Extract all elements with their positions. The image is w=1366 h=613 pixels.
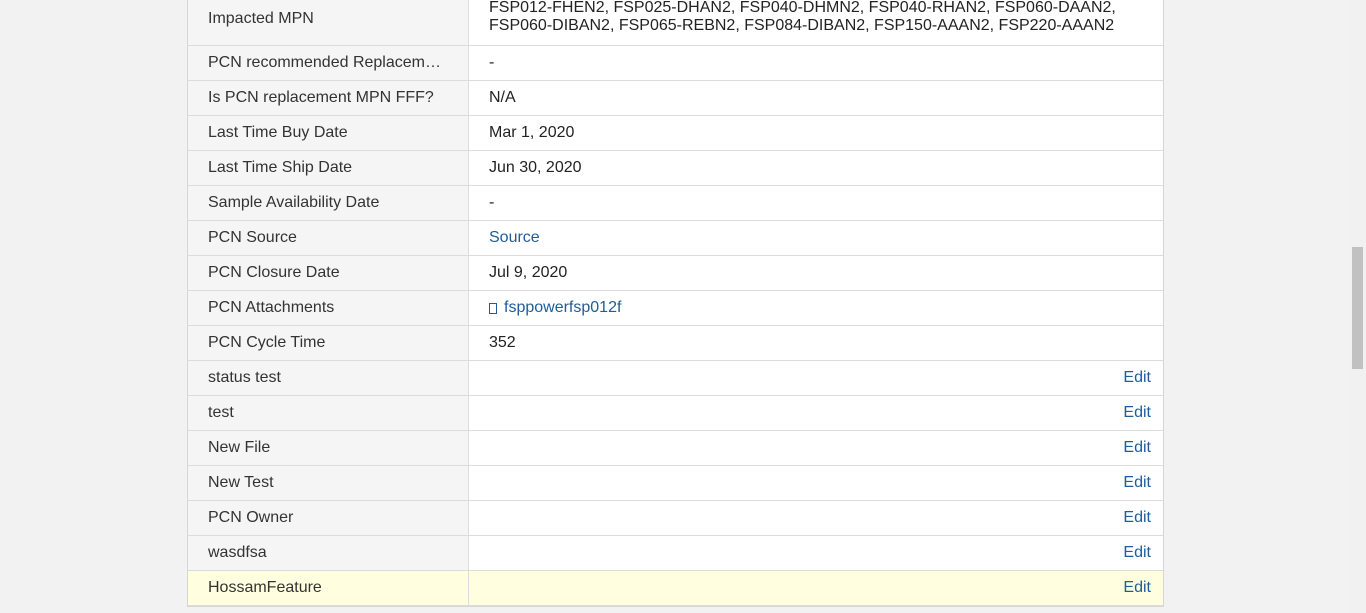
row-last-time-buy-date: Last Time Buy Date Mar 1, 2020 bbox=[188, 116, 1163, 151]
row-value: FSP012-FHEN2, FSP025-DHAN2, FSP040-DHMN2… bbox=[469, 0, 1163, 45]
impacted-mpn-line-2: FSP060-DIBAN2, FSP065-REBN2, FSP084-DIBA… bbox=[489, 17, 1115, 34]
edit-new-test-link[interactable]: Edit bbox=[1123, 474, 1151, 492]
edit-pcn-owner-link[interactable]: Edit bbox=[1123, 509, 1151, 527]
row-impacted-mpn: Impacted MPN FSP012-FHEN2, FSP025-DHAN2,… bbox=[188, 0, 1163, 46]
row-label: Sample Availability Date bbox=[188, 186, 469, 220]
edit-wasdfsa-link[interactable]: Edit bbox=[1123, 544, 1151, 562]
row-value: 352 bbox=[469, 326, 1163, 360]
row-value: N/A bbox=[469, 81, 1163, 115]
row-label: New File bbox=[188, 431, 469, 465]
page: Impacted MPN FSP012-FHEN2, FSP025-DHAN2,… bbox=[0, 0, 1366, 613]
row-label: status test bbox=[188, 361, 469, 395]
row-label: PCN Owner bbox=[188, 501, 469, 535]
row-value: Edit bbox=[469, 466, 1163, 500]
row-value: fsppowerfsp012f bbox=[469, 291, 1163, 325]
row-label: PCN Attachments bbox=[188, 291, 469, 325]
row-value: Jun 30, 2020 bbox=[469, 151, 1163, 185]
row-label: PCN recommended Replaceme… bbox=[188, 46, 469, 80]
row-hossamfeature: HossamFeature Edit bbox=[188, 571, 1163, 606]
row-pcn-attachments: PCN Attachments fsppowerfsp012f bbox=[188, 291, 1163, 326]
row-value: Mar 1, 2020 bbox=[469, 116, 1163, 150]
row-label: Last Time Ship Date bbox=[188, 151, 469, 185]
file-icon bbox=[489, 302, 497, 314]
row-value: - bbox=[469, 186, 1163, 220]
impacted-mpn-line-1: FSP012-FHEN2, FSP025-DHAN2, FSP040-DHMN2… bbox=[489, 0, 1116, 16]
row-value: Edit bbox=[469, 396, 1163, 430]
edit-status-test-link[interactable]: Edit bbox=[1123, 369, 1151, 387]
row-label: test bbox=[188, 396, 469, 430]
row-label: PCN Source bbox=[188, 221, 469, 255]
edit-hossamfeature-link[interactable]: Edit bbox=[1123, 579, 1151, 597]
row-label: wasdfsa bbox=[188, 536, 469, 570]
edit-new-file-link[interactable]: Edit bbox=[1123, 439, 1151, 457]
row-value: Edit bbox=[469, 571, 1163, 605]
attachment-filename: fsppowerfsp012f bbox=[504, 299, 622, 316]
row-label: HossamFeature bbox=[188, 571, 469, 605]
row-label: Impacted MPN bbox=[188, 0, 469, 45]
row-pcn-recommended-replacement: PCN recommended Replaceme… - bbox=[188, 46, 1163, 81]
row-value: Edit bbox=[469, 361, 1163, 395]
row-label: Last Time Buy Date bbox=[188, 116, 469, 150]
row-pcn-source: PCN Source Source bbox=[188, 221, 1163, 256]
row-wasdfsa: wasdfsa Edit bbox=[188, 536, 1163, 571]
row-new-test: New Test Edit bbox=[188, 466, 1163, 501]
scrollbar-thumb[interactable] bbox=[1352, 247, 1363, 369]
row-value: - bbox=[469, 46, 1163, 80]
row-value: Edit bbox=[469, 501, 1163, 535]
row-pcn-closure-date: PCN Closure Date Jul 9, 2020 bbox=[188, 256, 1163, 291]
row-test: test Edit bbox=[188, 396, 1163, 431]
row-label: New Test bbox=[188, 466, 469, 500]
vertical-scrollbar[interactable] bbox=[1349, 0, 1366, 613]
pcn-source-link[interactable]: Source bbox=[489, 229, 540, 247]
row-replacement-fff: Is PCN replacement MPN FFF? N/A bbox=[188, 81, 1163, 116]
row-value: Source bbox=[469, 221, 1163, 255]
row-pcn-cycle-time: PCN Cycle Time 352 bbox=[188, 326, 1163, 361]
edit-test-link[interactable]: Edit bbox=[1123, 404, 1151, 422]
row-sample-availability-date: Sample Availability Date - bbox=[188, 186, 1163, 221]
row-value: Edit bbox=[469, 431, 1163, 465]
row-label: PCN Cycle Time bbox=[188, 326, 469, 360]
row-status-test: status test Edit bbox=[188, 361, 1163, 396]
row-new-file: New File Edit bbox=[188, 431, 1163, 466]
attachment-link[interactable]: fsppowerfsp012f bbox=[489, 299, 621, 317]
pcn-details-table: Impacted MPN FSP012-FHEN2, FSP025-DHAN2,… bbox=[187, 0, 1164, 607]
row-label: Is PCN replacement MPN FFF? bbox=[188, 81, 469, 115]
row-value: Edit bbox=[469, 536, 1163, 570]
row-pcn-owner: PCN Owner Edit bbox=[188, 501, 1163, 536]
row-last-time-ship-date: Last Time Ship Date Jun 30, 2020 bbox=[188, 151, 1163, 186]
row-label: PCN Closure Date bbox=[188, 256, 469, 290]
row-value: Jul 9, 2020 bbox=[469, 256, 1163, 290]
